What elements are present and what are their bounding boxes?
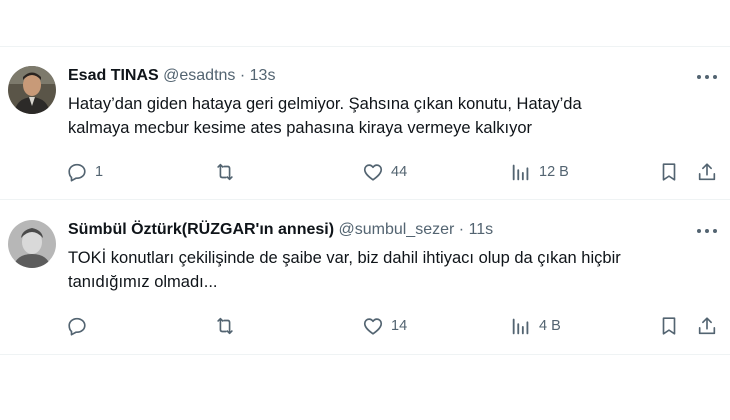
views-icon	[512, 318, 529, 335]
top-divider	[0, 46, 730, 47]
like-button[interactable]: 44	[362, 160, 407, 184]
share-button[interactable]	[696, 314, 718, 338]
tweet-text-line: tanıdığımız olmadı...	[68, 273, 218, 291]
avatar[interactable]	[8, 66, 56, 114]
reply-button[interactable]	[66, 314, 95, 338]
like-button[interactable]: 14	[362, 314, 407, 338]
author-name[interactable]: Esad TINAS	[68, 67, 159, 84]
bookmark-button[interactable]	[658, 314, 680, 338]
reply-count: 1	[95, 164, 104, 180]
tweet-text-line: TOKİ konutları çekilişinde de şaibe var,…	[68, 249, 621, 267]
author-handle[interactable]: @sumbul_sezer	[338, 221, 454, 238]
tweet-header: Esad TINAS @esadtns · 13s	[68, 66, 275, 86]
tweet-actions: 14 4 B	[0, 314, 730, 338]
timestamp[interactable]: 11s	[469, 221, 494, 238]
tweet-actions: 1 44 12 B	[0, 160, 730, 184]
tweet-text: Hatay’dan giden hataya geri gelmiyor. Şa…	[68, 92, 718, 140]
reply-icon	[68, 163, 86, 182]
heart-icon	[363, 164, 383, 181]
views-button[interactable]: 4 B	[510, 314, 561, 338]
bottom-divider	[0, 354, 730, 355]
heart-icon	[363, 318, 383, 335]
author-handle[interactable]: @esadtns	[163, 67, 235, 84]
more-icon[interactable]	[694, 220, 720, 240]
tweet-text-line: kalmaya mecbur kesime ates pahasına kira…	[68, 119, 533, 137]
share-icon	[698, 163, 716, 181]
views-button[interactable]: 12 B	[510, 160, 569, 184]
views-icon	[512, 164, 529, 181]
retweet-icon	[217, 163, 233, 181]
view-count: 12 B	[539, 164, 569, 180]
tweet-header: Sümbül Öztürk(RÜZGAR'ın annesi) @sumbul_…	[68, 220, 493, 240]
share-icon	[698, 317, 716, 335]
retweet-button[interactable]	[214, 314, 243, 338]
tweet-text: TOKİ konutları çekilişinde de şaibe var,…	[68, 246, 718, 294]
avatar[interactable]	[8, 220, 56, 268]
separator: ·	[239, 67, 246, 84]
view-count: 4 B	[539, 318, 561, 334]
bookmark-icon	[662, 163, 676, 181]
separator: ·	[458, 221, 465, 238]
reply-icon	[68, 317, 86, 336]
like-count: 44	[391, 164, 408, 180]
bookmark-icon	[662, 317, 676, 335]
reply-button[interactable]: 1	[66, 160, 103, 184]
timestamp[interactable]: 13s	[250, 67, 276, 84]
retweet-icon	[217, 317, 233, 335]
more-icon[interactable]	[694, 66, 720, 86]
share-button[interactable]	[696, 160, 718, 184]
retweet-button[interactable]	[214, 160, 243, 184]
bookmark-button[interactable]	[658, 160, 680, 184]
tweet-divider	[0, 199, 730, 200]
tweet-text-line: Hatay’dan giden hataya geri gelmiyor. Şa…	[68, 95, 582, 113]
author-name[interactable]: Sümbül Öztürk(RÜZGAR'ın annesi)	[68, 221, 334, 238]
like-count: 14	[391, 318, 408, 334]
